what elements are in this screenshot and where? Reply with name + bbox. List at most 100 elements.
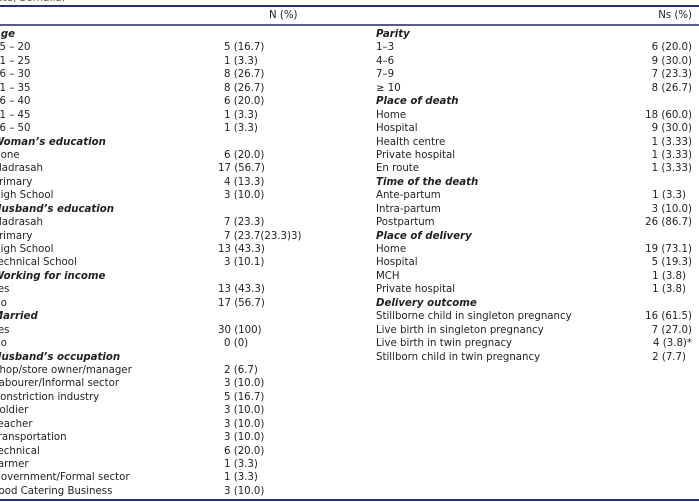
table-row: MCH 1 (3.8) — [376, 270, 692, 283]
row-value: 8 (26.7) — [651, 82, 692, 94]
table-row: ≥ 10 8 (26.7) — [376, 82, 692, 95]
table-row: No 0 (0) — [0, 337, 333, 350]
row-value: 1 (3.3) — [224, 472, 258, 484]
row-label: Primary — [0, 230, 33, 242]
row-value: 17 (56.7) — [218, 297, 265, 309]
table-row: Shop/store owner/manager 2 (6.7) — [0, 364, 333, 377]
row-value: 1 (3.3) — [224, 109, 258, 121]
column-header-ns-percent: Ns (%) — [658, 10, 692, 21]
section-heading-working-for-income: Working for income — [0, 270, 106, 282]
table-row: High School 13 (43.3) — [0, 243, 333, 256]
row-label: 4–6 — [376, 55, 395, 67]
row-label: Teacher — [0, 418, 33, 430]
row-label: Intra-partum — [376, 203, 441, 215]
section-heading-woman-s-education: Woman’s education — [0, 136, 106, 148]
table-row: 31 – 35 8 (26.7) — [0, 82, 333, 95]
table-row: Ante-partum 1 (3.3) — [376, 189, 692, 202]
row-value: 3 (10.0) — [224, 378, 265, 390]
row-label: Home — [376, 109, 407, 121]
row-value: 6 (20.0) — [224, 149, 265, 161]
row-label: No — [0, 338, 7, 350]
row-label: Constriction industry — [0, 391, 100, 403]
row-label: Technical — [0, 445, 40, 457]
row-value: 7 (23.3) — [224, 217, 265, 229]
row-label: 31 – 35 — [0, 82, 31, 94]
row-label: Madrasah — [0, 163, 43, 175]
table-row: Constriction industry 5 (16.7) — [0, 391, 333, 404]
row-label: Soldier — [0, 405, 29, 417]
row-label: Yes — [0, 284, 10, 296]
row-value: 3 (10.0) — [651, 203, 692, 215]
row-value: 6 (20.0) — [651, 42, 692, 54]
row-value: 2 (6.7) — [224, 364, 258, 376]
row-value: 1 (3.3) — [224, 459, 258, 470]
row-label: Postpartum — [376, 217, 435, 229]
row-value: 3 (10.1) — [224, 257, 265, 269]
table-row: None 6 (20.0) — [0, 149, 333, 162]
row-value: 7 (23.3) — [651, 69, 692, 81]
row-value: 4 (3.8)* — [653, 338, 692, 350]
row-label: Live birth in twin pregnacy — [376, 338, 513, 350]
row-label: Primary — [0, 176, 33, 188]
table-row: 41 – 45 1 (3.3) — [0, 109, 333, 122]
row-label: En route — [376, 163, 420, 175]
table-row: Yes 30 (100) — [0, 324, 333, 337]
row-label: 46 – 50 — [0, 123, 31, 135]
table-row: Live birth in singleton pregnancy 7 (27.0… — [376, 324, 692, 337]
table-caption: ate, Somalia. — [0, 0, 65, 4]
row-label: 21 – 25 — [0, 55, 31, 67]
table-row: Teacher 3 (10.0) — [0, 418, 333, 431]
table-row: 46 – 50 1 (3.3) — [0, 122, 333, 135]
row-value: 17 (56.7) — [218, 163, 265, 175]
row-label: Farmer — [0, 459, 29, 470]
table-row: High School 3 (10.0) — [0, 189, 333, 202]
table-row: 4–6 9 (30.0) — [376, 55, 692, 68]
row-label: No — [0, 297, 7, 309]
section-heading-time-of-the-death: Time of the death — [376, 176, 479, 188]
table-row: Private hospital 1 (3.8) — [376, 283, 692, 296]
row-label: MCH — [376, 270, 400, 282]
row-label: Shop/store owner/manager — [0, 364, 132, 376]
row-value: 2 (7.7) — [652, 351, 686, 363]
table-row: Stillborn child in twin pregnancy 2 (7.7) — [376, 351, 692, 364]
row-value: 7 (27.0) — [651, 324, 692, 336]
section-heading-married: Married — [0, 311, 38, 323]
row-value: 6 (20.0) — [224, 96, 265, 108]
table-row: 36 – 40 6 (20.0) — [0, 95, 333, 108]
row-value: 1 (3.33) — [651, 149, 692, 161]
table-row: Labourer/Informal sector 3 (10.0) — [0, 377, 333, 390]
row-label: ≥ 10 — [376, 82, 401, 94]
row-label: 1–3 — [376, 42, 395, 54]
table-row: No 17 (56.7) — [0, 297, 333, 310]
row-value: 0 (0) — [224, 338, 249, 350]
row-label: Transportation — [0, 432, 67, 444]
section-heading-parity: Parity — [376, 29, 410, 40]
row-label: High School — [0, 190, 54, 202]
table-row: Technical School 3 (10.1) — [0, 256, 333, 269]
row-value: 13 (43.3) — [218, 244, 265, 255]
row-label: 7–9 — [376, 69, 395, 81]
table-row: 21 – 25 1 (3.3) — [0, 55, 333, 68]
table-row: Intra-partum 3 (10.0) — [376, 203, 692, 216]
left-table-column: Age 15 – 20 5 (16.7) 21 – 25 1 (3.3) 26 – 30 8… — [0, 28, 333, 498]
table-row: Hospital 5 (19.3) — [376, 256, 692, 269]
row-value: 1 (3.3) — [652, 190, 686, 202]
table-bottom-rule — [0, 499, 699, 501]
table-row: Transportation 3 (10.0) — [0, 431, 333, 444]
table-row: 1–3 6 (20.0) — [376, 41, 692, 54]
table-row: 15 – 20 5 (16.7) — [0, 41, 333, 54]
row-label: Madrasah — [0, 217, 43, 229]
section-heading-place-of-delivery: Place of delivery — [376, 230, 472, 242]
row-value: 3 (10.0) — [224, 190, 265, 202]
row-value: 8 (26.7) — [224, 82, 265, 94]
column-header-n-percent: N (%) — [269, 10, 298, 21]
row-value: 3 (10.0) — [224, 405, 265, 417]
row-value: 1 (3.3) — [224, 123, 258, 135]
row-label: Private hospital — [376, 284, 456, 296]
row-value: 7 (23.7(23.3)3) — [224, 230, 302, 242]
row-label: Live birth in singleton pregnancy — [376, 324, 544, 336]
row-value: 18 (60.0) — [645, 109, 692, 121]
table-row: Primary 4 (13.3) — [0, 176, 333, 189]
row-value: 9 (30.0) — [651, 123, 692, 135]
table-row: Home 18 (60.0) — [376, 109, 692, 122]
